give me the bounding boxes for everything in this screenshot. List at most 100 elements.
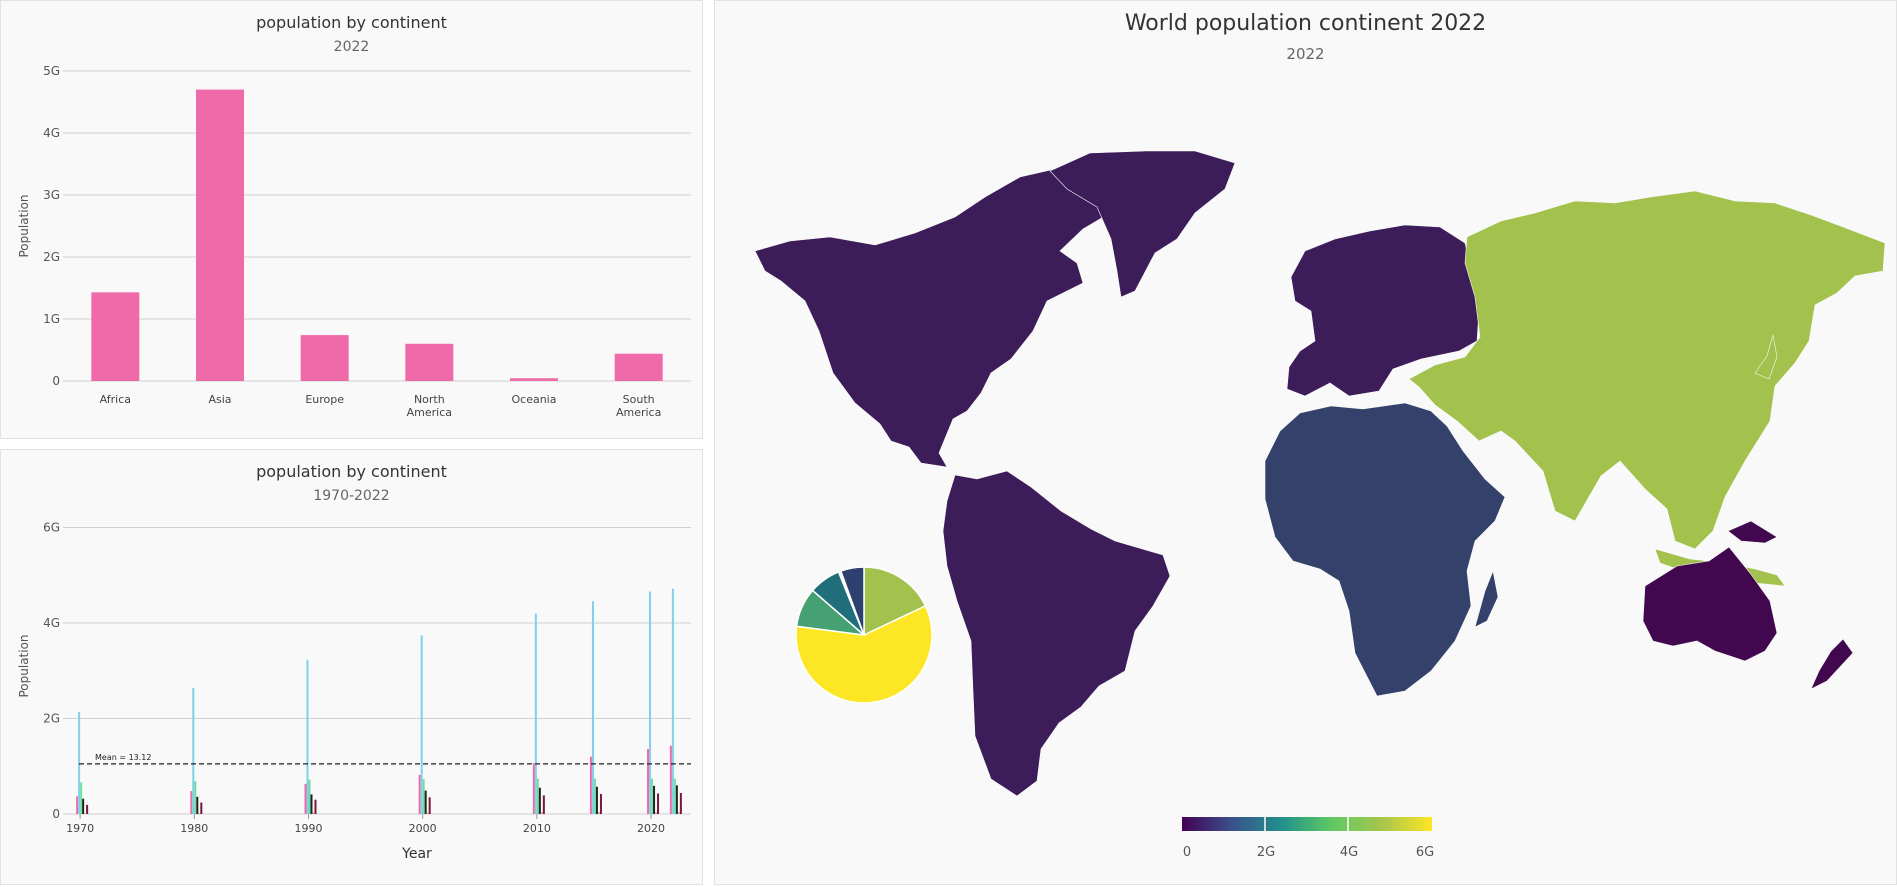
bar-asia[interactable] [192, 687, 195, 814]
bar[interactable] [300, 335, 349, 381]
bar-north-america[interactable] [675, 785, 678, 814]
continent-north-america[interactable] [754, 160, 1146, 468]
bar-europe[interactable] [194, 781, 197, 814]
y-axis-label: Population [17, 634, 31, 697]
continent-africa[interactable] [1264, 402, 1506, 697]
bar-south-america[interactable] [200, 802, 203, 814]
bar-europe[interactable] [422, 779, 425, 814]
bar-africa[interactable] [76, 796, 79, 814]
bar-north-america[interactable] [196, 796, 199, 814]
bar-south-america[interactable] [657, 793, 660, 814]
x-tick-label: 2020 [637, 822, 665, 835]
x-tick-label: 2000 [409, 822, 437, 835]
bar-asia[interactable] [306, 659, 309, 814]
time-chart: 0 2G 4G 6G Population 1970 1980 1990 2000 2010 202… [17, 521, 691, 862]
bar-asia[interactable] [78, 711, 81, 814]
x-tick-label: Asia [208, 393, 231, 406]
bar-oceania[interactable] [84, 813, 87, 814]
y-tick-label: 0 [52, 374, 60, 388]
x-tick-label: 1990 [294, 822, 322, 835]
bar-oceania[interactable] [677, 811, 680, 814]
x-tick-label: America [616, 406, 661, 419]
bar-africa[interactable] [418, 774, 421, 814]
bar[interactable] [614, 353, 663, 381]
bar[interactable] [405, 343, 454, 381]
continent-south-america[interactable] [942, 470, 1171, 797]
bar-africa[interactable] [532, 763, 535, 814]
bar[interactable] [510, 378, 558, 381]
bar-asia[interactable] [591, 601, 594, 814]
map-panel: World population continent 2022 2022 0 2… [714, 0, 1897, 885]
bar-asia[interactable] [420, 635, 423, 814]
legend-gradient-bar [1182, 817, 1432, 831]
island-new-zealand[interactable] [1810, 638, 1854, 690]
x-tick-label: 1970 [66, 822, 94, 835]
x-tick-label: Africa [100, 393, 131, 406]
bar-north-america[interactable] [538, 787, 541, 814]
x-tick-label: North [414, 393, 445, 406]
bar[interactable] [196, 89, 244, 381]
pie-chart [795, 566, 933, 704]
x-tick-label: 2010 [523, 822, 551, 835]
bar-africa[interactable] [669, 745, 672, 814]
bar-africa[interactable] [647, 749, 650, 814]
bar-south-america[interactable] [599, 793, 602, 814]
bar-oceania[interactable] [597, 812, 600, 814]
x-tick-label: America [407, 406, 452, 419]
y-tick-label: 4G [43, 126, 60, 140]
bar[interactable] [91, 292, 140, 381]
y-tick-label: 6G [43, 521, 60, 535]
time-chart-panel: population by continent 1970-2022 0 2G 4G 6… [0, 449, 703, 885]
x-tick-label: South [623, 393, 655, 406]
bar-asia[interactable] [649, 591, 652, 814]
bar-south-america[interactable] [542, 795, 545, 814]
bar-chart-panel: population by continent 2022 0 1G 2G 3G 4G 5G… [0, 0, 703, 439]
x-tick-label: 1980 [180, 822, 208, 835]
bar-oceania[interactable] [312, 812, 315, 814]
y-tick-label: 0 [52, 807, 60, 821]
world-map: 0 2G 4G 6G [754, 150, 1886, 860]
bar-africa[interactable] [589, 756, 592, 814]
bar-oceania[interactable] [655, 812, 658, 814]
legend-label-6g: 6G [1416, 845, 1434, 860]
color-legend: 0 2G 4G 6G [1182, 816, 1434, 860]
bar-europe[interactable] [651, 778, 654, 814]
x-tick-label: Oceania [512, 393, 557, 406]
legend-label-2g: 2G [1257, 845, 1275, 860]
island-madagascar[interactable] [1474, 569, 1499, 628]
bar-africa[interactable] [190, 791, 193, 814]
island-new-guinea[interactable] [1727, 520, 1778, 544]
legend-label-4g: 4G [1340, 845, 1358, 860]
bar-europe[interactable] [308, 779, 311, 814]
x-axis-label: Year [401, 846, 432, 862]
bar-europe[interactable] [593, 778, 596, 814]
bar-europe[interactable] [536, 778, 539, 814]
y-tick-label: 5G [43, 64, 60, 78]
mean-label: Mean = 13.12 [95, 753, 152, 762]
bar-south-america[interactable] [679, 792, 682, 814]
bar-europe[interactable] [673, 778, 676, 814]
bar-oceania[interactable] [198, 813, 201, 814]
legend-label-0: 0 [1183, 845, 1191, 860]
bar-oceania[interactable] [540, 812, 543, 814]
bar-south-america[interactable] [314, 799, 317, 814]
y-tick-label: 3G [43, 188, 60, 202]
bar-south-america[interactable] [86, 804, 89, 814]
bar-oceania[interactable] [426, 812, 429, 814]
y-tick-label: 2G [43, 712, 60, 726]
bar-north-america[interactable] [82, 798, 85, 814]
bar-asia[interactable] [671, 588, 674, 814]
bar-north-america[interactable] [424, 790, 427, 814]
bar-north-america[interactable] [595, 786, 598, 814]
bar-chart: 0 1G 2G 3G 4G 5G Population Africa Asia Europe Nor… [17, 64, 691, 419]
bar-asia[interactable] [534, 613, 537, 814]
y-tick-label: 4G [43, 616, 60, 630]
y-axis-label: Population [17, 194, 31, 257]
y-tick-label: 1G [43, 312, 60, 326]
bar-north-america[interactable] [310, 794, 313, 814]
x-tick-label: Europe [305, 393, 344, 406]
bar-north-america[interactable] [653, 785, 656, 814]
bar-south-america[interactable] [428, 797, 431, 814]
bar-africa[interactable] [304, 783, 307, 814]
bar-europe[interactable] [80, 782, 83, 814]
